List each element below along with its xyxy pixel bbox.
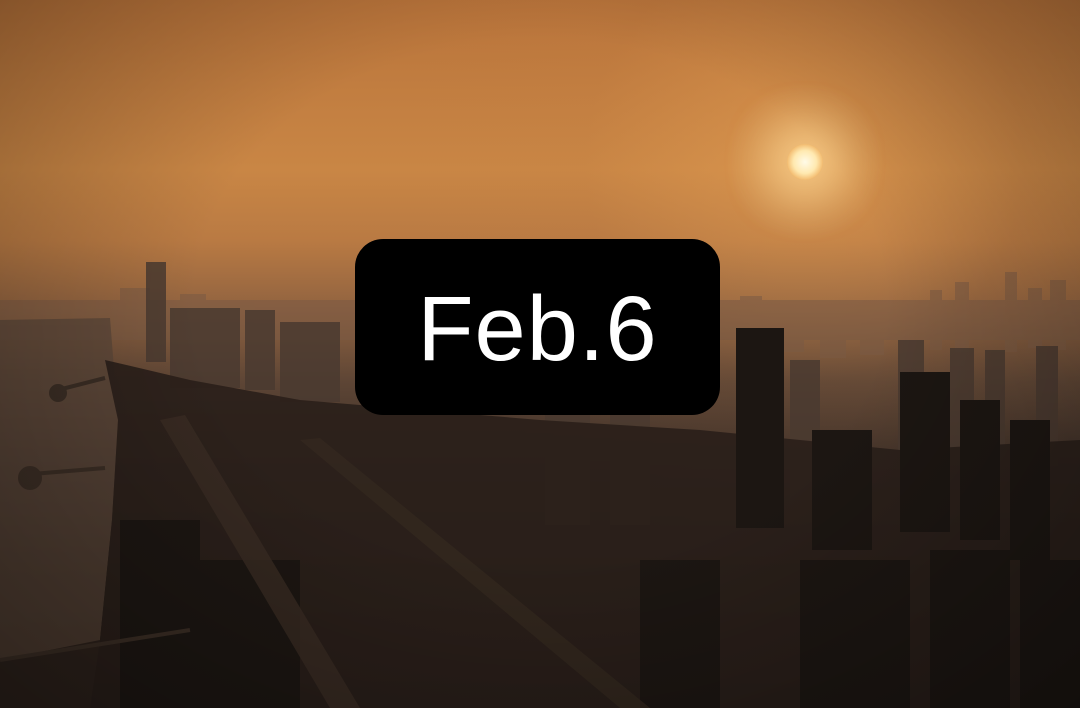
date-badge: Feb.6 (355, 239, 720, 415)
sunrise-city-photo: Feb.6 (0, 0, 1080, 708)
date-label: Feb.6 (417, 278, 658, 380)
